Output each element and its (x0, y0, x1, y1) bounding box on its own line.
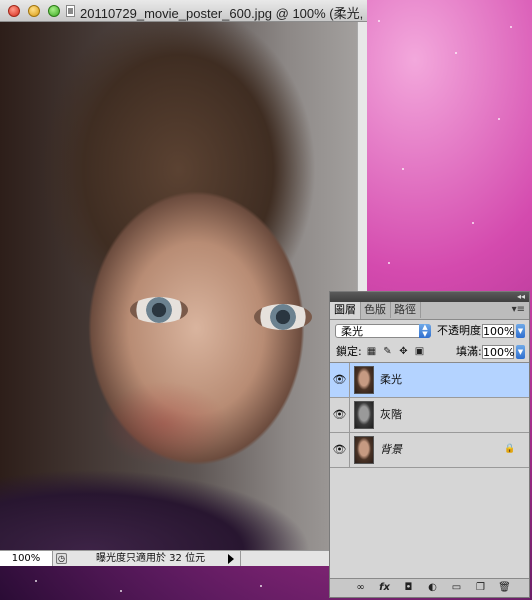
image-canvas[interactable] (0, 22, 357, 550)
select-arrows-icon: ▲ ▼ (419, 324, 431, 338)
blend-row: 柔光 ▲ ▼ 不透明度: 100% ▼ (330, 320, 529, 342)
collapse-icon[interactable]: ◂◂ (517, 292, 525, 302)
status-text: 曝光度只適用於 32 位元 (96, 553, 206, 564)
portrait-left-eye (130, 297, 188, 323)
zoom-level-field[interactable]: 100% (0, 551, 53, 566)
fill-dropdown-icon[interactable]: ▼ (516, 345, 525, 359)
document-window: 20110729_movie_poster_600.jpg @ 100% (柔光… (0, 0, 367, 566)
status-menu-arrow-icon[interactable] (228, 554, 234, 564)
adjustment-icon[interactable]: ◐ (426, 581, 439, 594)
folder-icon[interactable]: ▭ (450, 581, 463, 594)
portrait-scarf (0, 440, 357, 550)
layer-row[interactable]: 👁 背景 🔒 (330, 433, 529, 468)
close-icon[interactable] (8, 5, 20, 17)
layers-list: 👁 柔光 👁 灰階 👁 背景 🔒 (330, 363, 529, 559)
layer-thumbnail (354, 366, 374, 394)
mask-icon[interactable]: ◘ (402, 581, 415, 594)
zoom-icon[interactable] (48, 5, 60, 17)
trash-icon[interactable]: 🗑 (498, 581, 511, 594)
portrait-right-eye (254, 304, 312, 330)
layer-name: 柔光 (380, 373, 402, 386)
minimize-icon[interactable] (28, 5, 40, 17)
layer-thumbnail (354, 401, 374, 429)
blend-mode-select[interactable]: 柔光 ▲ ▼ (335, 324, 431, 338)
eye-icon[interactable]: 👁 (330, 363, 350, 397)
window-title: 20110729_movie_poster_600.jpg @ 100% (柔光… (80, 6, 364, 21)
eye-icon[interactable]: 👁 (330, 433, 350, 467)
panel-tabs: 圖層 色版 路徑 ▾≡ (330, 302, 529, 320)
lock-label: 鎖定: (336, 345, 362, 358)
status-divider (240, 551, 241, 566)
lock-icon: 🔒 (504, 444, 516, 454)
fx-icon[interactable]: fx (378, 581, 391, 594)
lock-all-icon[interactable]: ▣ (414, 346, 425, 357)
lock-position-move-icon[interactable]: ✥ (398, 346, 409, 357)
tab-channels[interactable]: 色版 (360, 302, 391, 318)
tab-paths[interactable]: 路徑 (390, 302, 421, 318)
status-info-icon[interactable]: ◷ (56, 553, 67, 564)
fill-input[interactable]: 100% (482, 345, 514, 359)
blend-mode-value: 柔光 (341, 325, 363, 338)
layers-panel: ◂◂ 圖層 色版 路徑 ▾≡ 柔光 ▲ ▼ 不透明度: 100% ▼ 鎖定: ▦ … (329, 291, 530, 598)
opacity-label: 不透明度: (437, 324, 485, 337)
layer-name: 灰階 (380, 408, 402, 421)
layer-name: 背景 (380, 443, 402, 456)
document-icon (66, 5, 75, 17)
title-bar[interactable]: 20110729_movie_poster_600.jpg @ 100% (柔光… (0, 0, 367, 22)
lock-pixels-brush-icon[interactable]: ✎ (382, 346, 393, 357)
panel-footer: ∞ fx ◘ ◐ ▭ ❐ 🗑 (330, 578, 529, 597)
status-bar: 100% ◷ 曝光度只適用於 32 位元 (0, 550, 367, 566)
layer-row[interactable]: 👁 灰階 (330, 398, 529, 433)
panel-header[interactable]: ◂◂ (330, 292, 529, 302)
eye-icon[interactable]: 👁 (330, 398, 350, 432)
tab-layers[interactable]: 圖層 (330, 302, 361, 319)
layer-thumbnail (354, 436, 374, 464)
lock-transparency-icon[interactable]: ▦ (366, 346, 377, 357)
new-layer-icon[interactable]: ❐ (474, 581, 487, 594)
opacity-input[interactable]: 100% (482, 324, 514, 338)
layer-row[interactable]: 👁 柔光 (330, 363, 529, 398)
opacity-dropdown-icon[interactable]: ▼ (516, 324, 525, 338)
panel-menu-icon[interactable]: ▾≡ (512, 304, 525, 315)
lock-row: 鎖定: ▦ ✎ ✥ ▣ 填滿: 100% ▼ (330, 342, 529, 363)
link-icon[interactable]: ∞ (354, 581, 367, 594)
fill-label: 填滿: (456, 345, 482, 358)
